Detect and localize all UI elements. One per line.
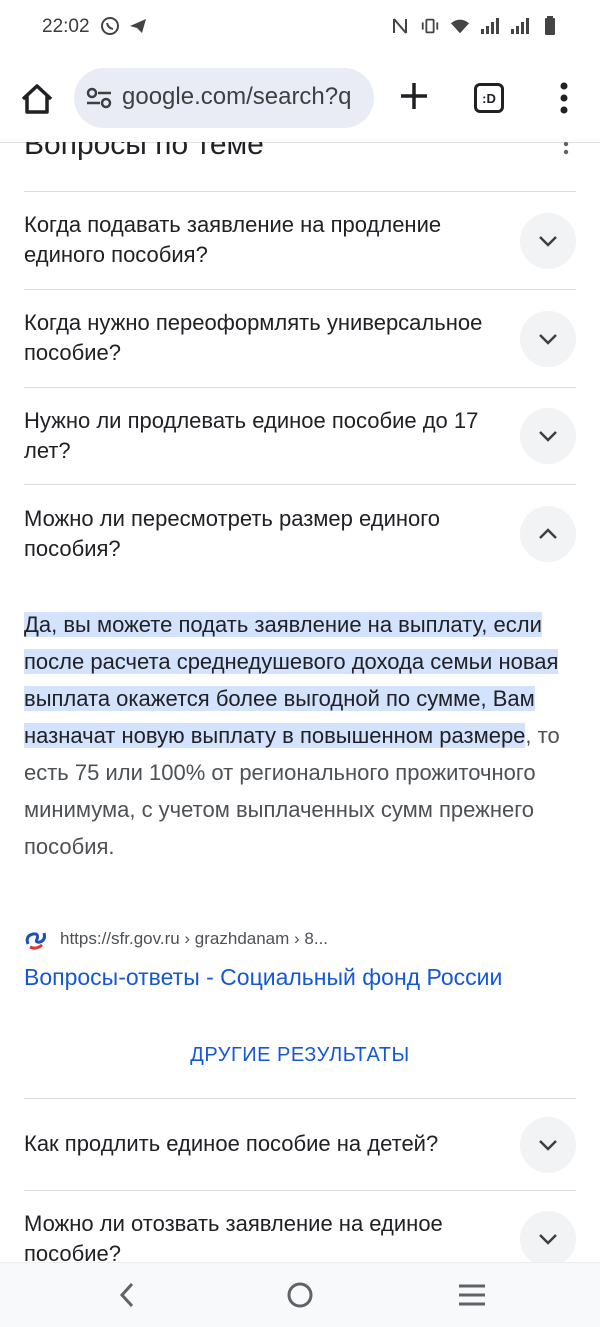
question-2[interactable]: Когда нужно переоформлять универсальное … <box>24 308 494 368</box>
source-line[interactable]: https://sfr.gov.ru › grazhdanam › 8... <box>24 928 328 950</box>
expand-button-3[interactable] <box>520 408 576 464</box>
battery-icon <box>540 16 560 36</box>
browser-toolbar: google.com/search?q :D <box>0 56 600 143</box>
overflow-menu-button[interactable] <box>552 80 576 116</box>
chevron-down-icon <box>539 1140 557 1151</box>
question-1[interactable]: Когда подавать заявление на продление ед… <box>24 210 494 270</box>
divider <box>24 1098 576 1099</box>
back-button[interactable] <box>114 1281 142 1309</box>
section-more-icon[interactable] <box>560 142 572 164</box>
nfc-icon <box>390 16 410 36</box>
recents-button[interactable] <box>456 1283 488 1307</box>
system-nav-bar <box>0 1262 600 1327</box>
question-4[interactable]: Можно ли пересмотреть размер единого пос… <box>24 504 494 564</box>
chevron-down-icon <box>539 334 557 345</box>
section-title: Вопросы по теме <box>24 142 264 161</box>
system-icons <box>390 16 560 36</box>
divider <box>24 484 576 485</box>
question-3[interactable]: Нужно ли продлевать единое пособие до 17… <box>24 406 494 466</box>
divider <box>24 1190 576 1191</box>
signal-icon-2 <box>510 16 530 36</box>
whatsapp-icon <box>100 16 120 36</box>
answer-highlight: Да, вы можете подать заявление на выплат… <box>24 612 559 748</box>
status-time: 22:02 <box>42 16 90 37</box>
new-tab-button[interactable] <box>396 78 432 114</box>
home-nav-button[interactable] <box>286 1281 314 1309</box>
chevron-down-icon <box>539 1234 557 1245</box>
result-title-link[interactable]: Вопросы-ответы - Социальный фонд России <box>24 964 502 991</box>
url-text: google.com/search?q <box>122 83 352 110</box>
chevron-up-icon <box>539 528 557 539</box>
expand-button-1[interactable] <box>520 213 576 269</box>
telegram-icon <box>128 16 148 36</box>
question-5[interactable]: Как продлить единое пособие на детей? <box>24 1129 494 1159</box>
site-settings-icon[interactable] <box>86 86 112 110</box>
status-bar: 22:02 <box>0 0 600 56</box>
circle-home-icon <box>287 1282 313 1308</box>
back-chevron-icon <box>119 1282 134 1308</box>
sfr-logo-icon <box>25 932 46 950</box>
more-vertical-icon <box>560 82 568 114</box>
collapse-button-4[interactable] <box>520 506 576 562</box>
divider <box>24 289 576 290</box>
home-icon <box>21 84 53 114</box>
tab-switcher-button[interactable]: :D <box>474 83 504 113</box>
expand-button-6[interactable] <box>520 1211 576 1262</box>
page-content: Вопросы по теме Когда подавать заявление… <box>0 142 600 1262</box>
plus-icon <box>401 83 427 109</box>
menu-lines-icon <box>459 1284 485 1306</box>
tab-count: :D <box>482 90 496 106</box>
question-6[interactable]: Можно ли отозвать заявление на единое по… <box>24 1209 494 1262</box>
notification-icons <box>100 16 148 36</box>
more-results-button[interactable]: ДРУГИЕ РЕЗУЛЬТАТЫ <box>0 1044 600 1067</box>
expand-button-5[interactable] <box>520 1117 576 1173</box>
signal-icon <box>480 16 500 36</box>
divider <box>24 387 576 388</box>
chevron-down-icon <box>539 236 557 247</box>
divider <box>24 191 576 192</box>
chevron-down-icon <box>539 431 557 442</box>
vibrate-icon <box>420 16 440 36</box>
address-bar[interactable]: google.com/search?q <box>74 68 374 128</box>
wifi-icon <box>450 16 470 36</box>
source-url: https://sfr.gov.ru › grazhdanam › 8... <box>60 929 329 948</box>
answer-snippet: Да, вы можете подать заявление на выплат… <box>24 606 564 865</box>
home-button[interactable] <box>18 80 56 118</box>
expand-button-2[interactable] <box>520 311 576 367</box>
